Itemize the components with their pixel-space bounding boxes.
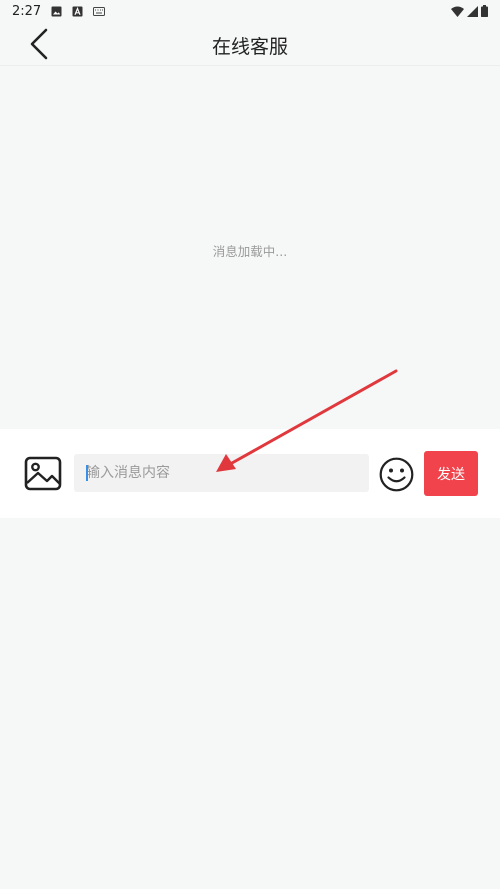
signal-icon [467,5,478,17]
picture-icon [24,456,62,491]
image-icon [51,6,62,17]
status-left: 2:27 [12,3,106,19]
status-time: 2:27 [12,3,42,19]
page-title: 在线客服 [211,36,288,58]
image-button[interactable] [24,456,62,492]
wifi-icon [451,6,464,17]
battery-icon [481,5,488,17]
keyboard-icon [93,6,106,16]
messages-area[interactable]: 消息加载中... [0,67,500,429]
font-a-icon [72,6,83,17]
status-bar: 2:27 [0,0,500,22]
emoji-button[interactable] [379,457,414,492]
input-bar: 发送 [0,429,500,518]
text-caret [86,465,88,481]
status-right [451,5,488,17]
loading-text: 消息加载中... [212,244,288,259]
send-button[interactable]: 发送 [424,451,478,496]
header: 在线客服 [0,22,500,66]
smiley-icon [379,457,414,492]
screen: 2:27 在线客服 消息加载中... 输入消息内容 发送 [0,0,500,889]
message-input[interactable] [74,454,369,492]
